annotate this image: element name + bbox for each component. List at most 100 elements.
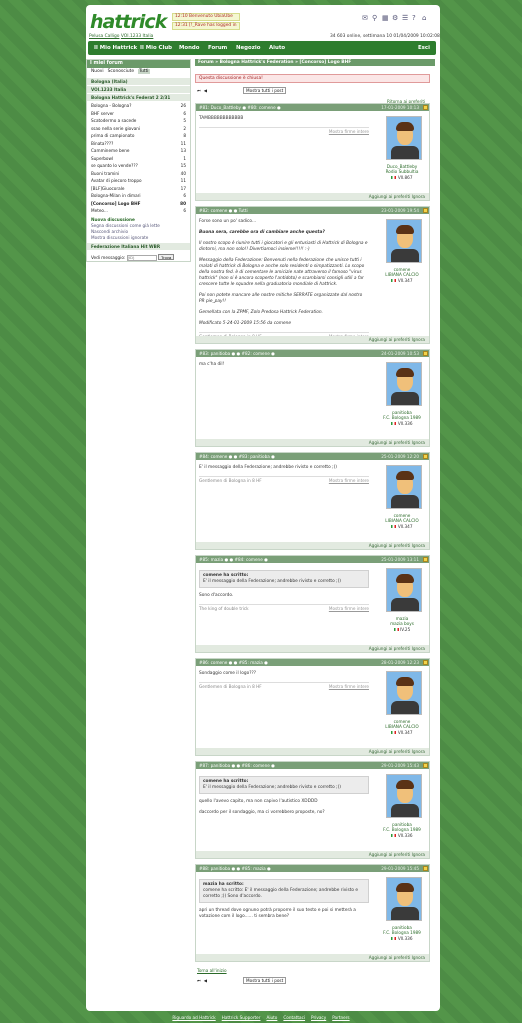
thread-item[interactable]: Binata???? 11 <box>87 140 190 147</box>
sidebar-group[interactable]: Bologna (Italia) <box>87 78 190 85</box>
post-footer[interactable]: Aggiungi ai preferiti Ignora <box>196 851 429 858</box>
sidebar-group[interactable]: Federazione Italiana Hit WBR <box>87 243 190 250</box>
poster-league[interactable]: VII.336 <box>398 936 413 941</box>
thread-item[interactable]: prima di campionato 8 <box>87 132 190 139</box>
post-title[interactable]: #88: panitioba ● ● #85: mazia ● <box>199 866 271 871</box>
nav-shop[interactable]: Negozio <box>236 45 260 51</box>
nav-help[interactable]: Aiuto <box>269 45 285 51</box>
avatar[interactable] <box>386 116 422 160</box>
reply-icon[interactable] <box>423 454 428 459</box>
calendar-icon[interactable]: ▦ <box>382 14 389 22</box>
first-page-icon[interactable]: ⏮ <box>197 978 201 983</box>
thread-item[interactable]: Buoni tramini 40 <box>87 170 190 177</box>
avatar[interactable] <box>386 219 422 263</box>
show-signatures-link[interactable]: Mostra firme intere <box>329 684 369 690</box>
back-to-top[interactable]: Torna all'inizio <box>197 968 227 973</box>
poster-league[interactable]: VII.347 <box>398 524 413 529</box>
post-title[interactable]: #83: panitioba ● ● #82: comene ● <box>199 351 275 356</box>
post-footer[interactable]: Aggiungi ai preferiti Ignora <box>196 542 429 549</box>
post-footer[interactable]: Aggiungi ai preferiti Ignora <box>196 439 429 446</box>
nav-my-club[interactable]: Il Mio Club <box>140 45 172 51</box>
show-ignored-link[interactable]: Mostra discussioni ignorate <box>87 234 190 241</box>
filter-unknown[interactable]: Sconosciute <box>108 69 134 74</box>
thread-item[interactable]: ssao nella serie giovani 2 <box>87 125 190 132</box>
reply-icon[interactable] <box>423 660 428 665</box>
reply-icon[interactable] <box>423 208 428 213</box>
home-icon[interactable]: ⌂ <box>422 14 426 22</box>
avatar[interactable] <box>386 568 422 612</box>
footer-link[interactable]: Hattrick Supporter <box>222 1015 261 1020</box>
filter-new[interactable]: Nuovi <box>91 69 104 74</box>
avatar[interactable] <box>386 465 422 509</box>
reply-icon[interactable] <box>423 763 428 768</box>
avatar[interactable] <box>386 671 422 715</box>
poster-league[interactable]: IV.25 <box>400 627 410 632</box>
thread-item[interactable]: BHF server 6 <box>87 110 190 117</box>
post-filter-select[interactable]: Mostra tutti i post <box>243 87 287 94</box>
footer-link[interactable]: Privacy <box>311 1015 326 1020</box>
footer-link[interactable]: Aiuto <box>266 1015 277 1020</box>
thread-item[interactable]: Scatodermo a sacede 5 <box>87 117 190 124</box>
thread-item[interactable]: Bologna-Milan in dimari 6 <box>87 192 190 199</box>
reply-icon[interactable] <box>423 866 428 871</box>
news-item[interactable]: 12:10 Benvenuto UbiaUbe <box>172 13 240 21</box>
show-signatures-link[interactable]: Mostra firme intere <box>329 606 369 612</box>
reply-icon[interactable] <box>423 557 428 562</box>
footer-link[interactable]: Riguardo ad Hattrick <box>172 1015 215 1020</box>
breadcrumb[interactable]: Forum » Bologna Hattrick's Federation » … <box>195 59 435 66</box>
help-icon[interactable]: ? <box>412 14 416 22</box>
nav-my-hattrick[interactable]: Il Mio Hattrick <box>94 45 137 51</box>
post-title[interactable]: #81: Duco_Battleby ● #80: comene ● <box>199 105 281 110</box>
nav-forum[interactable]: Forum <box>208 45 227 51</box>
nav-world[interactable]: Mondo <box>179 45 199 51</box>
reply-icon[interactable] <box>423 105 428 110</box>
prev-page-icon[interactable]: ◀ <box>204 88 207 93</box>
sidebar-group[interactable]: VOI.1233 Italia <box>87 86 190 93</box>
thread-item[interactable]: [Concorso] Logo BHF 80 <box>87 200 190 207</box>
footer-link[interactable]: Contattaci <box>283 1015 305 1020</box>
sidebar-group[interactable]: Bologna Hattrick's Federat 2 2/31 <box>87 94 190 101</box>
post-footer[interactable]: Aggiungi ai preferiti Ignora <box>196 336 429 343</box>
footer-link[interactable]: Partners <box>332 1015 349 1020</box>
poster-league[interactable]: VII.347 <box>398 730 413 735</box>
poster-league[interactable]: VII.336 <box>398 833 413 838</box>
show-signatures-link[interactable]: Mostra firme intere <box>329 478 369 484</box>
filter-all[interactable]: Tutti <box>138 69 150 74</box>
reply-icon[interactable] <box>423 351 428 356</box>
list-icon[interactable]: ☰ <box>402 14 408 22</box>
thread-item[interactable]: Superbowl 1 <box>87 155 190 162</box>
prev-page-icon[interactable]: ◀ <box>204 978 207 983</box>
thread-item[interactable]: [BLF]Giuocorale 17 <box>87 185 190 192</box>
post-title[interactable]: #87: panitioba ● ● #86: comene ● <box>199 763 275 768</box>
user-team-link[interactable]: VOI.1233 Italia <box>121 34 153 39</box>
user-name-link[interactable]: Pelusa Calligo <box>89 34 119 39</box>
hattrick-logo[interactable]: hattrick <box>90 11 167 33</box>
find-button[interactable]: Trova <box>158 254 175 260</box>
thread-item[interactable]: se quanto lo vende??? 15 <box>87 162 190 169</box>
post-footer[interactable]: Aggiungi ai preferiti Ignora <box>196 748 429 755</box>
first-page-icon[interactable]: ⏮ <box>197 88 201 93</box>
thread-item[interactable]: Avatar di piecoro troppo 11 <box>87 177 190 184</box>
nav-exit[interactable]: Esci <box>418 45 430 51</box>
post-footer[interactable]: Aggiungi ai preferiti Ignora <box>196 954 429 961</box>
settings-icon[interactable]: ⚙ <box>392 14 398 22</box>
post-title[interactable]: #82: comene ● ● Tutti <box>199 208 248 213</box>
poster-league[interactable]: VII.336 <box>398 421 413 426</box>
poster-league[interactable]: VII.867 <box>398 175 413 180</box>
post-title[interactable]: #85: mazia ● ● #84: comene ● <box>199 557 268 562</box>
show-signatures-link[interactable]: Mostra firme intere <box>329 129 369 135</box>
post-filter-select[interactable]: Mostra tutti i post <box>243 977 287 984</box>
thread-item[interactable]: Cammineme bene 13 <box>87 147 190 154</box>
mail-icon[interactable]: ✉ <box>362 14 368 22</box>
avatar[interactable] <box>386 774 422 818</box>
news-item[interactable]: 12:31 [!_Rave has logged in <box>172 22 240 30</box>
search-icon[interactable]: ⚲ <box>372 14 377 22</box>
avatar[interactable] <box>386 362 422 406</box>
thread-item[interactable]: Bologna - Bologna? 26 <box>87 102 190 109</box>
avatar[interactable] <box>386 877 422 921</box>
poster-league[interactable]: VII.347 <box>398 278 413 283</box>
post-footer[interactable]: Aggiungi ai preferiti Ignora <box>196 193 429 200</box>
post-title[interactable]: #86: comene ● ● #85: mazia ● <box>199 660 268 665</box>
post-footer[interactable]: Aggiungi ai preferiti Ignora <box>196 645 429 652</box>
thread-item[interactable]: Meteo... 6 <box>87 207 190 214</box>
